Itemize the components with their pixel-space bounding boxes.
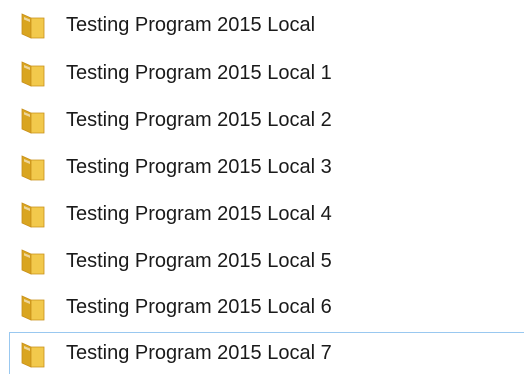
folder-name: Testing Program 2015 Local 6	[66, 295, 332, 318]
folder-row[interactable]: Testing Program 2015 Local 6	[10, 286, 524, 328]
folder-icon	[21, 13, 45, 39]
file-list: Testing Program 2015 Local Testing Progr…	[0, 0, 524, 375]
folder-row[interactable]: Testing Program 2015 Local 4	[10, 193, 524, 235]
folder-name: Testing Program 2015 Local 3	[66, 155, 332, 178]
folder-row[interactable]: Testing Program 2015 Local	[10, 4, 524, 46]
folder-row[interactable]: Testing Program 2015 Local 1	[10, 52, 524, 94]
folder-name: Testing Program 2015 Local 5	[66, 249, 332, 272]
folder-icon	[21, 155, 45, 181]
folder-icon	[21, 295, 45, 321]
folder-icon	[21, 61, 45, 87]
folder-icon	[21, 341, 45, 368]
folder-icon	[21, 108, 45, 134]
folder-icon	[21, 249, 45, 275]
folder-row[interactable]: Testing Program 2015 Local 2	[10, 99, 524, 141]
folder-name: Testing Program 2015 Local 2	[66, 108, 332, 131]
folder-row[interactable]: Testing Program 2015 Local 3	[10, 146, 524, 188]
folder-name: Testing Program 2015 Local 7	[66, 342, 332, 364]
folder-icon	[21, 202, 45, 228]
folder-row-selected[interactable]: Testing Program 2015 Local 7	[9, 332, 524, 374]
folder-name: Testing Program 2015 Local 1	[66, 61, 332, 84]
folder-row[interactable]: Testing Program 2015 Local 5	[10, 240, 524, 282]
folder-name: Testing Program 2015 Local 4	[66, 202, 332, 225]
folder-name: Testing Program 2015 Local	[66, 13, 316, 36]
